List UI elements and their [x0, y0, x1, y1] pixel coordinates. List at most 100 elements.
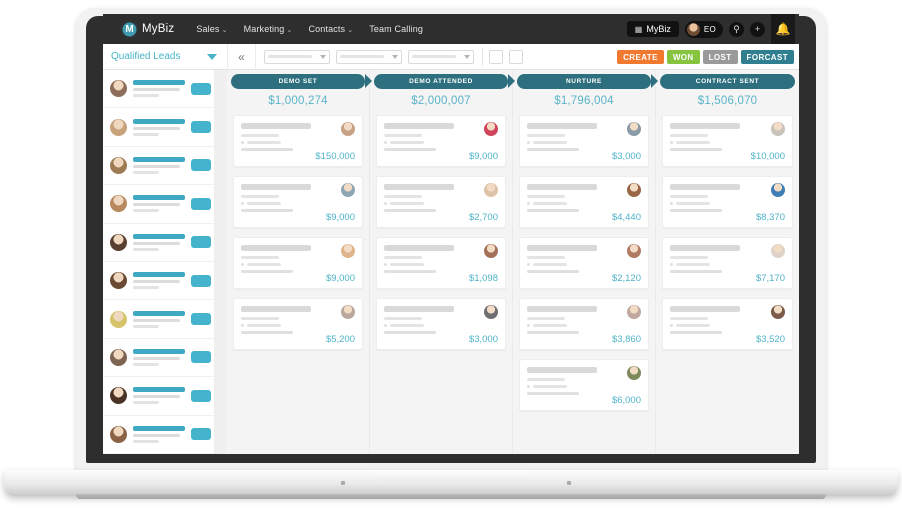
- list-item-subtitle: [133, 395, 180, 399]
- deal-card[interactable]: $3,000: [519, 115, 649, 167]
- won-button[interactable]: WON: [666, 50, 700, 64]
- view-grid-button[interactable]: [489, 49, 503, 64]
- nav-link-label: Marketing: [243, 24, 285, 34]
- list-item[interactable]: [103, 147, 214, 186]
- leads-sidebar[interactable]: [103, 70, 215, 454]
- laptop-mockup: MyBiz Sales⌄ Marketing⌄ Contacts⌄ Team Call…: [0, 0, 902, 532]
- deal-amount: $8,370: [755, 212, 785, 223]
- deal-card[interactable]: $10,000: [662, 115, 793, 167]
- avatar: [110, 310, 127, 328]
- filter-placeholder: [340, 55, 384, 58]
- list-item[interactable]: [103, 339, 214, 378]
- plus-icon[interactable]: +: [750, 21, 765, 37]
- lost-button[interactable]: LOST: [702, 50, 738, 64]
- nav-link[interactable]: Team Calling: [369, 24, 423, 34]
- bullet-icon: [527, 324, 530, 327]
- notifications-button[interactable]: 🔔: [771, 14, 795, 44]
- deal-line-1: [384, 317, 422, 320]
- toolbar-divider: [482, 47, 483, 66]
- stage-total: $1,000,274: [268, 95, 328, 107]
- avatar: [110, 156, 127, 174]
- list-item[interactable]: [103, 70, 214, 109]
- list-item-text: [133, 195, 185, 213]
- deal-line-1: [527, 317, 565, 320]
- deal-line-3: [527, 148, 579, 151]
- list-item-subtitle: [133, 126, 180, 130]
- stage-header: DEMO SET: [227, 70, 372, 90]
- brand[interactable]: MyBiz: [121, 20, 175, 38]
- deal-line-1: [241, 317, 279, 320]
- list-item-title: [133, 233, 185, 239]
- deal-card[interactable]: $2,700: [376, 176, 506, 228]
- list-item[interactable]: [103, 108, 214, 147]
- avatar: [484, 122, 498, 136]
- deal-amount: $10,000: [750, 151, 785, 162]
- list-item-meta: [133, 324, 159, 328]
- filter-2[interactable]: [336, 49, 402, 64]
- list-item[interactable]: [103, 300, 214, 339]
- deal-line-3: [527, 270, 579, 273]
- deal-card[interactable]: $9,000: [376, 115, 506, 167]
- filter-3[interactable]: [408, 49, 474, 64]
- sidebar-scrollbar[interactable]: [215, 70, 227, 454]
- deal-card[interactable]: $1,098: [376, 237, 506, 289]
- nav-link-label: Sales: [196, 24, 220, 34]
- stage-name[interactable]: DEMO SET: [231, 74, 372, 89]
- stage-name[interactable]: CONTRACT SENT: [660, 74, 795, 89]
- deal-amount: $9,000: [468, 151, 498, 162]
- deal-card[interactable]: $5,200: [233, 298, 363, 350]
- deal-card[interactable]: $3,860: [519, 298, 649, 350]
- list-item[interactable]: [103, 224, 214, 262]
- nav-link[interactable]: Contacts ⌄: [308, 24, 353, 34]
- nav-link[interactable]: Sales ⌄: [196, 24, 227, 34]
- stage-name[interactable]: DEMO ATTENDED: [374, 74, 515, 89]
- deal-card[interactable]: $3,000: [376, 298, 506, 350]
- deal-line-2: [241, 263, 355, 266]
- deal-card[interactable]: $9,000: [233, 176, 363, 228]
- list-item-subtitle: [133, 280, 180, 284]
- app-switcher-button[interactable]: ▦ MyBiz: [626, 21, 679, 37]
- top-navigation-bar: MyBiz Sales⌄ Marketing⌄ Contacts⌄ Team Call…: [103, 14, 799, 44]
- deal-line-3: [384, 148, 436, 151]
- list-item-text: [133, 272, 185, 290]
- deal-amount: $9,000: [325, 273, 355, 284]
- list-item[interactable]: [103, 185, 214, 224]
- deal-card[interactable]: $7,170: [662, 237, 793, 289]
- collapse-sidebar-button[interactable]: «: [228, 43, 256, 70]
- action-buttons: CREATE WON LOST FORCAST: [617, 50, 794, 64]
- deal-line-2: [384, 141, 498, 144]
- list-item-meta: [133, 247, 159, 251]
- avatar: [110, 80, 127, 98]
- deal-card[interactable]: $2,120: [519, 237, 649, 289]
- deal-card[interactable]: $6,000: [519, 359, 649, 411]
- nav-link[interactable]: Marketing ⌄: [244, 24, 293, 34]
- deal-card[interactable]: $150,000: [233, 115, 363, 167]
- deal-card[interactable]: $9,000: [233, 237, 363, 289]
- list-item[interactable]: [103, 262, 214, 301]
- deal-line-1: [384, 195, 422, 198]
- brand-name: MyBiz: [142, 23, 175, 35]
- filter-placeholder: [412, 55, 456, 58]
- deal-title: [670, 245, 740, 251]
- view-list-button[interactable]: [509, 49, 523, 64]
- list-item[interactable]: [103, 377, 214, 416]
- stage-name[interactable]: NURTURE: [517, 74, 658, 89]
- list-item-text: [133, 348, 185, 366]
- list-item-meta: [133, 286, 159, 290]
- filter-1[interactable]: [264, 49, 330, 64]
- deal-line-1: [527, 378, 565, 381]
- pipeline-board: DEMO SET $1,000,274 $150,000 $9,000 $9,000 $5…: [227, 70, 799, 454]
- status-badge: [191, 197, 211, 210]
- list-item[interactable]: [103, 416, 214, 454]
- status-badge: [191, 121, 211, 134]
- list-item-title: [133, 310, 185, 316]
- deal-card[interactable]: $3,520: [662, 298, 793, 350]
- deal-card[interactable]: $8,370: [662, 176, 793, 228]
- view-selector[interactable]: Qualified Leads: [103, 43, 228, 70]
- deal-card[interactable]: $4,440: [519, 176, 649, 228]
- search-icon[interactable]: ⚲: [729, 21, 744, 37]
- create-button[interactable]: CREATE: [617, 50, 664, 64]
- deal-line-2: [384, 324, 498, 327]
- forcast-button[interactable]: FORCAST: [740, 50, 794, 64]
- user-chip[interactable]: EO: [684, 20, 723, 38]
